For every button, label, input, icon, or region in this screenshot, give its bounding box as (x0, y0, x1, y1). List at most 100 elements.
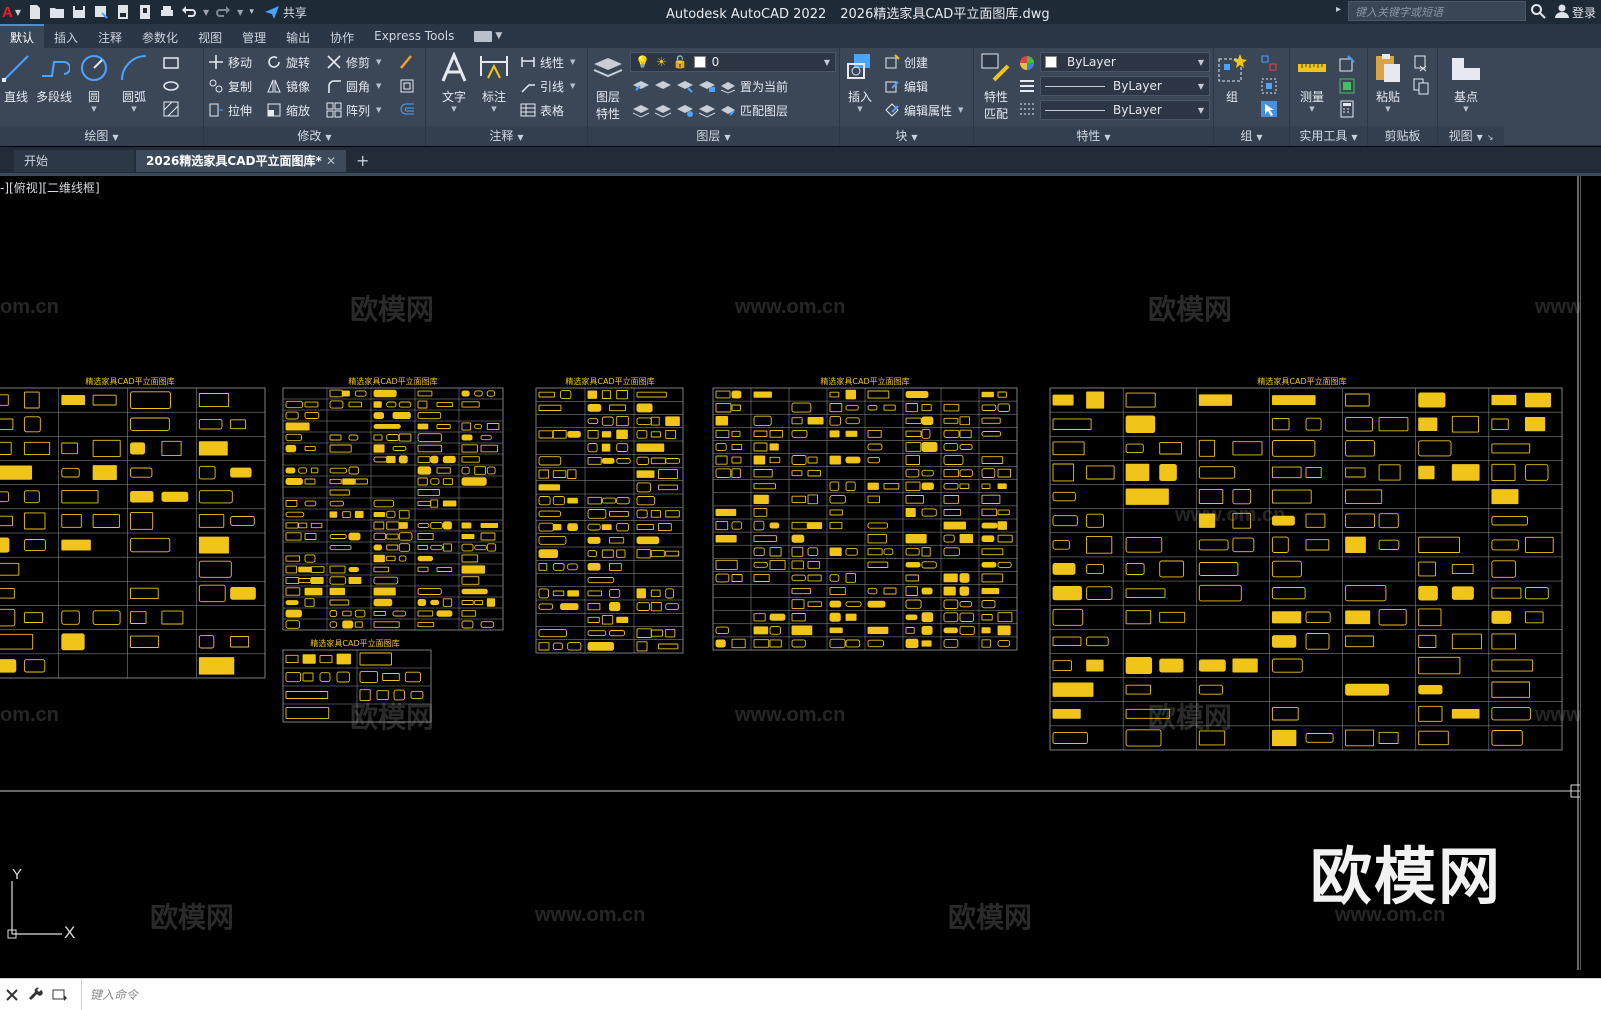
furniture-block[interactable] (650, 629, 664, 637)
furniture-block[interactable] (1345, 610, 1371, 625)
furniture-block[interactable] (753, 508, 768, 517)
furniture-block[interactable] (329, 444, 352, 453)
furniture-block[interactable] (1524, 611, 1544, 624)
furniture-block[interactable] (461, 434, 473, 441)
furniture-block[interactable] (807, 547, 819, 557)
furniture-block[interactable] (310, 467, 319, 474)
furniture-block[interactable] (461, 576, 480, 585)
furniture-block[interactable] (609, 404, 626, 412)
copy-clip-icon[interactable] (1412, 77, 1430, 95)
furniture-block[interactable] (386, 455, 396, 464)
furniture-block[interactable] (1086, 563, 1105, 575)
furniture-block[interactable] (442, 500, 457, 507)
furniture-block[interactable] (342, 511, 351, 518)
furniture-block[interactable] (1418, 634, 1437, 648)
furniture-block[interactable] (845, 573, 856, 583)
furniture-block[interactable] (329, 434, 342, 441)
furniture-block[interactable] (480, 621, 495, 628)
furniture-block[interactable] (304, 587, 323, 596)
furniture-block[interactable] (382, 673, 400, 681)
furniture-block[interactable] (336, 671, 350, 683)
furniture-block[interactable] (23, 512, 46, 530)
furniture-block[interactable] (198, 657, 235, 675)
open-web-icon[interactable] (115, 4, 131, 20)
chevron-down-icon[interactable]: ▼ (451, 105, 456, 113)
furniture-block[interactable] (997, 640, 1011, 647)
furniture-block[interactable] (601, 457, 615, 464)
furniture-block[interactable] (807, 417, 824, 425)
search-expand-icon[interactable]: ▸ (1336, 4, 1341, 15)
furniture-block[interactable] (1378, 464, 1401, 481)
furniture-block[interactable] (442, 478, 454, 485)
furniture-block[interactable] (731, 468, 741, 479)
furniture-block[interactable] (373, 544, 383, 551)
furniture-block[interactable] (1345, 440, 1376, 457)
furniture-block[interactable] (1418, 392, 1446, 408)
furniture-sheet[interactable]: 精选家具CAD平立面图库 (0, 376, 266, 679)
furniture-block[interactable] (336, 653, 351, 665)
furniture-block[interactable] (329, 621, 338, 628)
base-view-button[interactable]: 基点 ▼ (1446, 52, 1486, 113)
furniture-block[interactable] (905, 468, 920, 478)
panel-draw-title[interactable]: 绘图 ▼ (0, 126, 203, 146)
furniture-block[interactable] (417, 444, 443, 453)
furniture-block[interactable] (636, 417, 652, 425)
furniture-block[interactable] (601, 390, 612, 399)
furniture-block[interactable] (1198, 394, 1233, 406)
furniture-block[interactable] (417, 466, 432, 475)
furniture-block[interactable] (417, 423, 429, 430)
furniture-block[interactable] (829, 600, 842, 608)
furniture-block[interactable] (567, 430, 581, 438)
furniture-block[interactable] (417, 587, 442, 595)
furniture-block[interactable] (959, 573, 970, 583)
furniture-block[interactable] (1271, 729, 1297, 747)
furniture-block[interactable] (1378, 608, 1407, 626)
tab-parametric[interactable]: 参数化 (132, 24, 188, 48)
furniture-block[interactable] (1159, 658, 1184, 673)
furniture-block[interactable] (373, 566, 390, 573)
furniture-block[interactable] (1451, 464, 1480, 481)
furniture-block[interactable] (130, 635, 159, 648)
furniture-block[interactable] (807, 494, 818, 505)
furniture-block[interactable] (436, 401, 453, 408)
furniture-block[interactable] (587, 418, 599, 425)
furniture-block[interactable] (1524, 536, 1554, 553)
furniture-block[interactable] (486, 543, 497, 552)
furniture-block[interactable] (329, 576, 347, 585)
furniture-block[interactable] (791, 599, 805, 610)
furniture-block[interactable] (943, 482, 959, 490)
furniture-block[interactable] (23, 659, 46, 673)
furniture-block[interactable] (373, 389, 397, 398)
furniture-block[interactable] (1378, 417, 1409, 432)
furniture-block[interactable] (329, 587, 346, 596)
furniture-block[interactable] (329, 544, 352, 551)
furniture-block[interactable] (658, 484, 678, 491)
furniture-block[interactable] (430, 599, 440, 606)
furniture-block[interactable] (981, 522, 998, 529)
furniture-block[interactable] (198, 465, 216, 480)
furniture-block[interactable] (981, 508, 997, 517)
search-icon[interactable] (1530, 3, 1546, 22)
furniture-block[interactable] (1491, 539, 1519, 551)
rotate-button[interactable]: 旋转 (266, 52, 310, 72)
furniture-block[interactable] (310, 577, 324, 584)
table-button[interactable]: 表格 (520, 100, 564, 120)
furniture-block[interactable] (845, 481, 856, 492)
furniture-block[interactable] (1198, 466, 1236, 479)
furniture-block[interactable] (1125, 610, 1152, 625)
app-menu-caret-icon[interactable]: ▼ (15, 8, 21, 17)
layer-off-icon[interactable] (632, 76, 650, 94)
furniture-block[interactable] (486, 390, 496, 397)
furniture-block[interactable] (616, 616, 629, 623)
furniture-block[interactable] (285, 576, 300, 585)
furniture-block[interactable] (1125, 488, 1169, 505)
furniture-block[interactable] (285, 511, 305, 518)
furniture-block[interactable] (715, 534, 737, 543)
wrench-icon[interactable] (28, 987, 44, 1003)
furniture-block[interactable] (665, 429, 677, 439)
furniture-block[interactable] (981, 535, 995, 543)
furniture-block[interactable] (753, 494, 769, 505)
furniture-block[interactable] (0, 394, 9, 406)
furniture-block[interactable] (130, 611, 147, 624)
save-web-icon[interactable] (137, 4, 153, 20)
